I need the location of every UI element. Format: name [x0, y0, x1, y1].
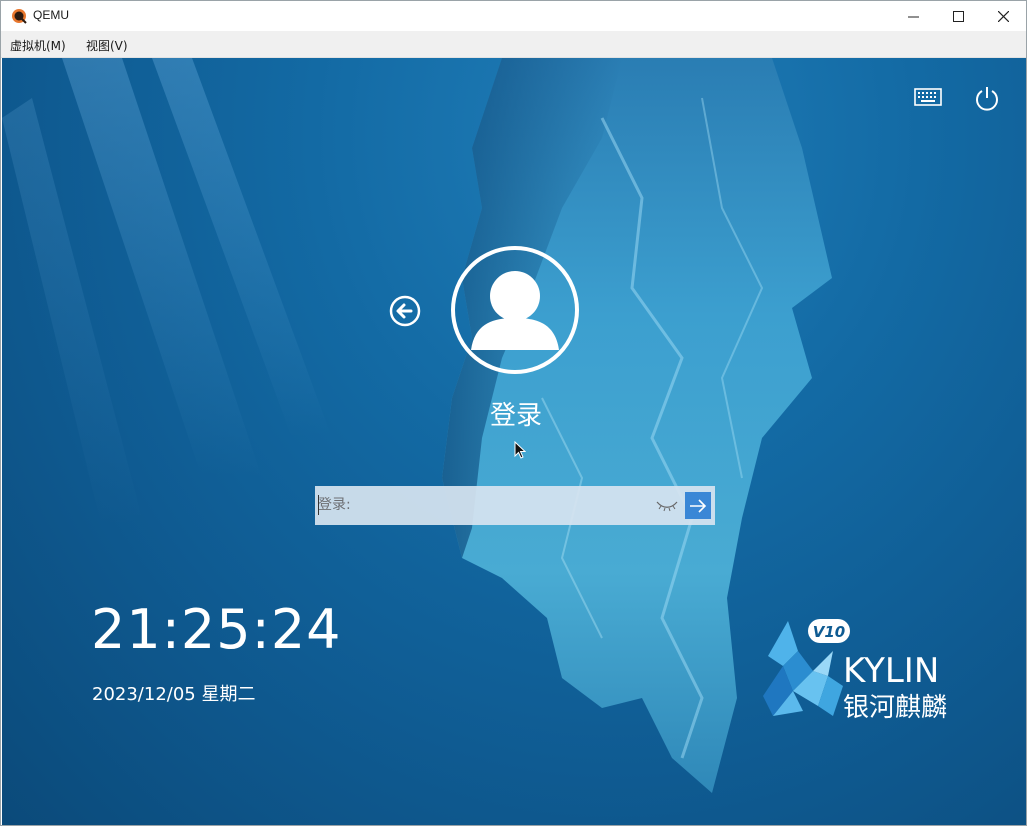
username-label: 登录 — [489, 401, 542, 431]
password-box — [315, 486, 715, 525]
keyboard-icon — [914, 88, 942, 106]
user-avatar-icon — [471, 271, 559, 350]
minimize-button[interactable] — [890, 1, 936, 31]
menu-view[interactable]: 视图(V) — [86, 37, 128, 54]
title-bar[interactable]: QEMU — [1, 1, 1026, 31]
version-badge: V10 — [813, 623, 845, 641]
password-input[interactable] — [318, 490, 653, 520]
window-title: QEMU — [33, 8, 69, 22]
power-button[interactable] — [972, 83, 1002, 113]
clock-time: 21:25:24 — [91, 598, 342, 661]
arrow-right-icon — [690, 498, 707, 513]
close-button[interactable] — [980, 1, 1026, 31]
minimize-icon — [907, 16, 919, 17]
login-submit-button[interactable] — [685, 492, 711, 519]
qemu-window: QEMU 虚拟机(M) 视图(V) 登录 登录: 21:25:24 2023/1… — [0, 0, 1027, 826]
vm-screen[interactable]: 登录 21:25:24 2023/12/05 星期二 — [2, 58, 1026, 825]
mouse-cursor-icon — [514, 441, 526, 459]
keyboard-button[interactable] — [912, 86, 944, 108]
eye-closed-icon[interactable] — [655, 497, 679, 513]
brand-name: KYLIN — [843, 651, 939, 691]
menu-bar: 虚拟机(M) 视图(V) — [1, 31, 1026, 58]
kylin-logo: V10 KYLIN 银河麒麟 — [763, 619, 947, 723]
back-arrow-icon[interactable] — [389, 295, 421, 327]
text-caret — [318, 495, 319, 515]
menu-vm[interactable]: 虚拟机(M) — [10, 37, 66, 54]
user-avatar[interactable] — [451, 246, 579, 374]
maximize-icon — [952, 10, 964, 22]
maximize-button[interactable] — [935, 1, 981, 31]
close-icon — [997, 10, 1009, 22]
clock-date: 2023/12/05 星期二 — [92, 684, 256, 705]
power-icon — [976, 87, 998, 111]
qemu-app-icon — [12, 9, 27, 24]
brand-name-cn: 银河麒麟 — [843, 693, 947, 723]
